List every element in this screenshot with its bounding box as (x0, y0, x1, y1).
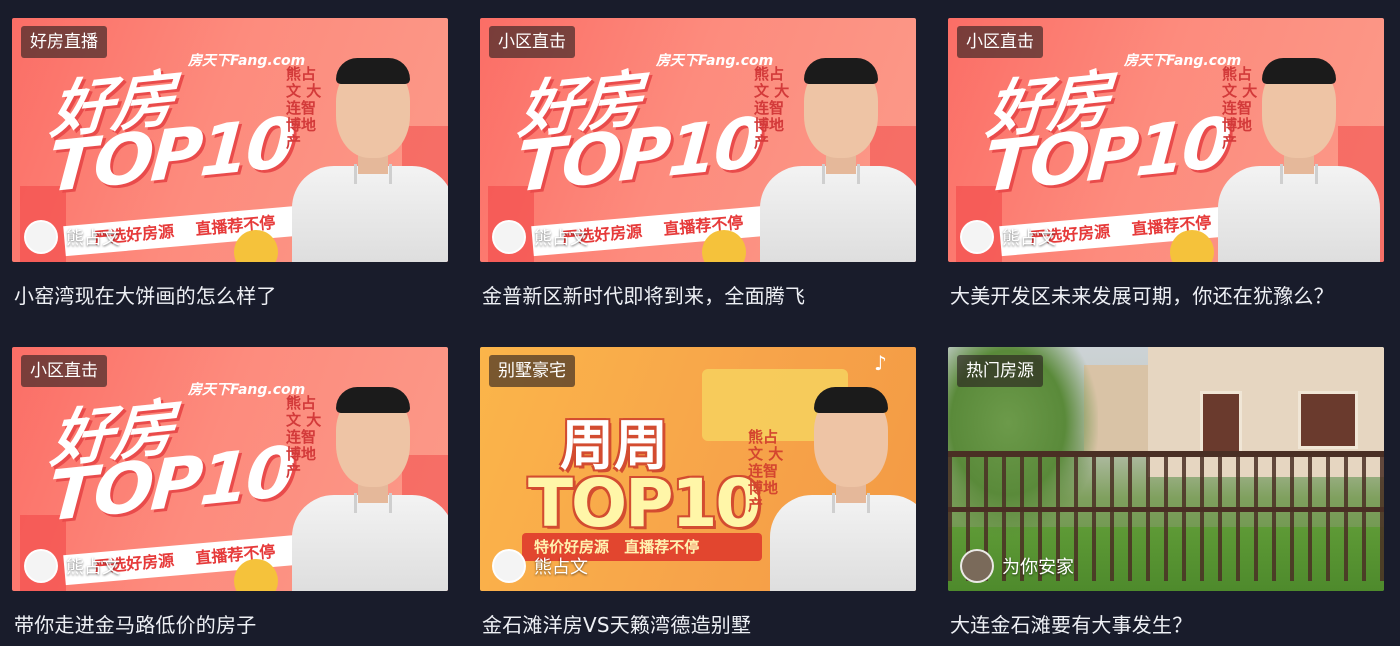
video-card[interactable]: 房天下Fang.com 好房 TOP10 熊占文 大连智博地产 严选好房源 直播… (480, 18, 916, 308)
avatar[interactable] (492, 549, 526, 583)
video-card[interactable]: ♪ 周周 TOP10 熊占文 大连智博地产 特价好房源 直播荐不停 别墅豪宅 熊… (480, 347, 916, 637)
video-thumbnail[interactable]: ♪ 周周 TOP10 熊占文 大连智博地产 特价好房源 直播荐不停 别墅豪宅 熊… (480, 347, 916, 591)
presenter-image (292, 375, 448, 591)
video-thumbnail[interactable]: 房天下Fang.com 好房 TOP10 熊占文 大连智博地产 严选好房源 直播… (948, 18, 1384, 262)
author-info[interactable]: 熊占文 (960, 220, 1056, 254)
category-tag: 热门房源 (957, 355, 1043, 387)
presenter-image (1218, 46, 1380, 262)
presenter-image (292, 46, 448, 262)
fence-rail (948, 451, 1384, 457)
villa-window (1200, 391, 1242, 457)
video-card[interactable]: 热门房源 为你安家 大连金石滩要有大事发生？ (948, 347, 1384, 637)
video-card[interactable]: 房天下Fang.com 好房 TOP10 熊占文 大连智博地产 严选好房源 直播… (12, 347, 448, 637)
author-name[interactable]: 熊占文 (66, 553, 120, 579)
video-thumbnail[interactable]: 房天下Fang.com 好房 TOP10 熊占文 大连智博地产 严选好房源 直播… (480, 18, 916, 262)
avatar[interactable] (960, 220, 994, 254)
presenter-image (760, 46, 916, 262)
author-info[interactable]: 为你安家 (960, 549, 1074, 583)
video-title[interactable]: 带你走进金马路低价的房子 (14, 609, 256, 638)
video-title[interactable]: 大连金石滩要有大事发生？ (950, 609, 1192, 638)
presenter-image (770, 375, 916, 591)
author-name[interactable]: 熊占文 (534, 553, 588, 579)
category-tag: 小区直击 (957, 26, 1043, 58)
video-title[interactable]: 大美开发区未来发展可期，你还在犹豫么？ (950, 280, 1334, 309)
video-thumbnail[interactable]: 房天下Fang.com 好房 TOP10 熊占文 大连智博地产 严选好房源 直播… (12, 18, 448, 262)
video-title[interactable]: 金普新区新时代即将到来，全面腾飞 (482, 280, 805, 309)
avatar[interactable] (24, 220, 58, 254)
video-thumbnail[interactable]: 热门房源 为你安家 (948, 347, 1384, 591)
avatar[interactable] (24, 549, 58, 583)
villa-window (1298, 391, 1358, 449)
author-info[interactable]: 熊占文 (24, 549, 120, 583)
video-card[interactable]: 房天下Fang.com 好房 TOP10 熊占文 大连智博地产 严选好房源 直播… (12, 18, 448, 308)
music-note-icon: ♪ (874, 351, 887, 375)
author-info[interactable]: 熊占文 (24, 220, 120, 254)
category-tag: 小区直击 (21, 355, 107, 387)
author-name[interactable]: 熊占文 (534, 224, 588, 250)
author-name[interactable]: 熊占文 (66, 224, 120, 250)
category-tag: 好房直播 (21, 26, 107, 58)
avatar[interactable] (960, 549, 994, 583)
video-thumbnail[interactable]: 房天下Fang.com 好房 TOP10 熊占文 大连智博地产 严选好房源 直播… (12, 347, 448, 591)
poster-headline-top10: TOP10 (528, 465, 761, 542)
video-title[interactable]: 小窑湾现在大饼画的怎么样了 (14, 280, 277, 309)
author-info[interactable]: 熊占文 (492, 220, 588, 254)
video-card[interactable]: 房天下Fang.com 好房 TOP10 熊占文 大连智博地产 严选好房源 直播… (948, 18, 1384, 308)
category-tag: 别墅豪宅 (489, 355, 575, 387)
author-info[interactable]: 熊占文 (492, 549, 588, 583)
avatar[interactable] (492, 220, 526, 254)
fence-rail (948, 507, 1384, 512)
author-name[interactable]: 为你安家 (1002, 553, 1074, 579)
author-name[interactable]: 熊占文 (1002, 224, 1056, 250)
video-title[interactable]: 金石滩洋房VS天籁湾德造别墅 (482, 609, 751, 638)
category-tag: 小区直击 (489, 26, 575, 58)
